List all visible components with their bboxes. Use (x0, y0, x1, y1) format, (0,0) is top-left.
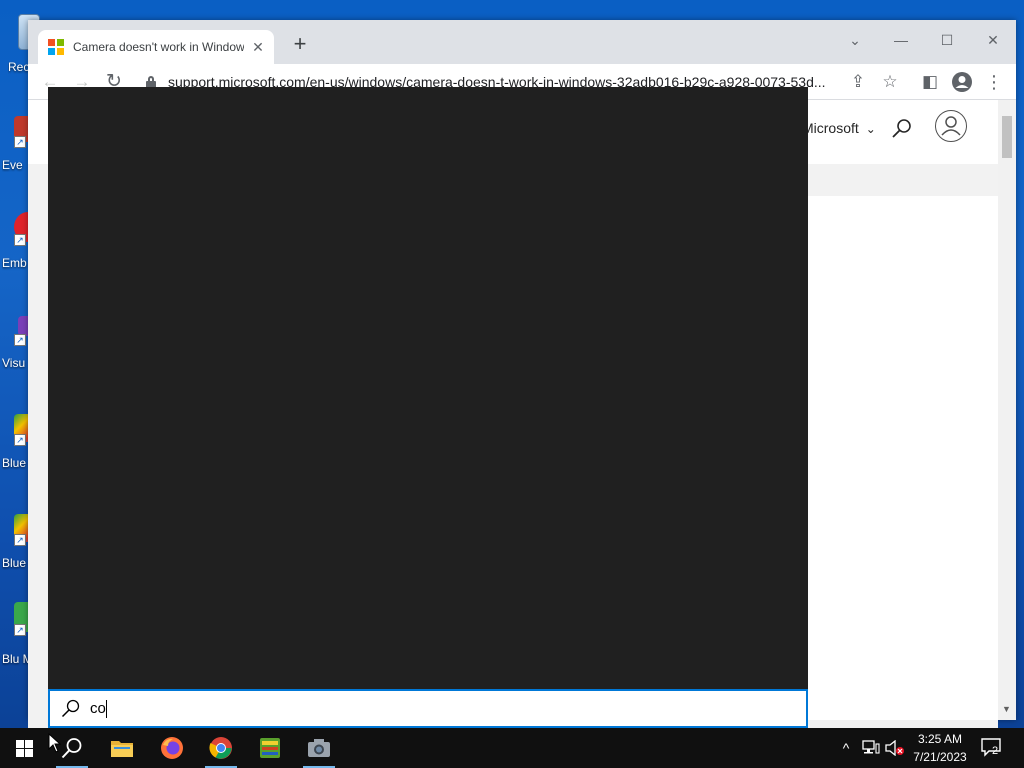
scrollbar-thumb[interactable] (1002, 116, 1012, 158)
text-caret (106, 699, 107, 718)
tab-camera-support[interactable]: Camera doesn't work in Window ✕ (38, 30, 274, 64)
start-button[interactable] (0, 728, 48, 768)
search-icon[interactable] (890, 117, 914, 141)
firefox-icon (161, 737, 183, 759)
shortcut-arrow-icon: ↗ (14, 624, 26, 636)
sign-in-account-icon[interactable] (935, 110, 967, 142)
tab-title: Camera doesn't work in Window (73, 40, 244, 54)
taskbar-file-explorer[interactable] (98, 728, 146, 768)
search-icon (61, 738, 82, 759)
taskbar-camera[interactable] (295, 728, 343, 768)
content-panel (808, 196, 998, 720)
clock-date: 7/21/2023 (913, 750, 967, 764)
windows-logo-icon (15, 739, 33, 757)
notification-count-badge: 2 (992, 745, 999, 757)
network-icon[interactable] (860, 728, 882, 768)
action-center-button[interactable]: 2 (980, 736, 1004, 760)
scroll-down-arrow-icon[interactable]: ▼ (1002, 704, 1011, 714)
mouse-cursor-icon (48, 733, 62, 753)
all-microsoft-label: Microsoft (802, 120, 859, 136)
shortcut-arrow-icon: ↗ (14, 234, 26, 246)
notification-icon (981, 738, 1001, 757)
taskbar-firefox[interactable] (148, 728, 196, 768)
camera-icon (308, 739, 330, 757)
chrome-icon (209, 737, 232, 759)
new-tab-button[interactable]: + (288, 32, 312, 56)
show-hidden-icons-button[interactable]: ^ (836, 728, 856, 768)
minimize-button[interactable]: — (886, 26, 916, 54)
shortcut-arrow-icon: ↗ (14, 434, 26, 446)
shortcut-arrow-icon: ↗ (14, 534, 26, 546)
volume-muted-icon[interactable] (884, 728, 906, 768)
profile-avatar[interactable] (948, 68, 976, 96)
taskbar: ^ 3:25 AM 7/21/2023 2 (0, 728, 1024, 768)
tab-strip: Camera doesn't work in Window ✕ + ⌄ — ☐ … (28, 20, 1016, 64)
chrome-menu-icon[interactable]: ⋮ (980, 68, 1008, 96)
clock-time: 3:25 AM (917, 732, 963, 746)
search-input[interactable] (90, 700, 490, 717)
search-results-panel (48, 87, 808, 689)
share-icon[interactable]: ⇪ (844, 68, 872, 96)
shortcut-arrow-icon: ↗ (14, 136, 26, 148)
search-icon (61, 699, 80, 717)
taskbar-app[interactable] (246, 728, 294, 768)
side-panel-icon[interactable]: ◧ (916, 68, 944, 96)
shortcut-arrow-icon: ↗ (14, 334, 26, 346)
microsoft-logo-icon (48, 39, 64, 55)
close-tab-icon[interactable]: ✕ (250, 39, 266, 56)
all-microsoft-menu[interactable]: Microsoft ⌄ (802, 120, 876, 136)
search-box[interactable] (48, 689, 808, 728)
app-icon (260, 738, 280, 758)
taskbar-chrome[interactable] (197, 728, 245, 768)
bookmark-star-icon[interactable]: ☆ (876, 68, 904, 96)
chevron-down-icon: ⌄ (865, 122, 876, 136)
system-clock[interactable]: 3:25 AM 7/21/2023 (904, 730, 976, 766)
folder-icon (111, 741, 133, 757)
maximize-button[interactable]: ☐ (932, 26, 962, 54)
page-scrollbar[interactable]: ▼ (998, 100, 1016, 720)
close-window-button[interactable]: ✕ (978, 26, 1008, 54)
tab-search-dropdown-icon[interactable]: ⌄ (840, 26, 870, 54)
